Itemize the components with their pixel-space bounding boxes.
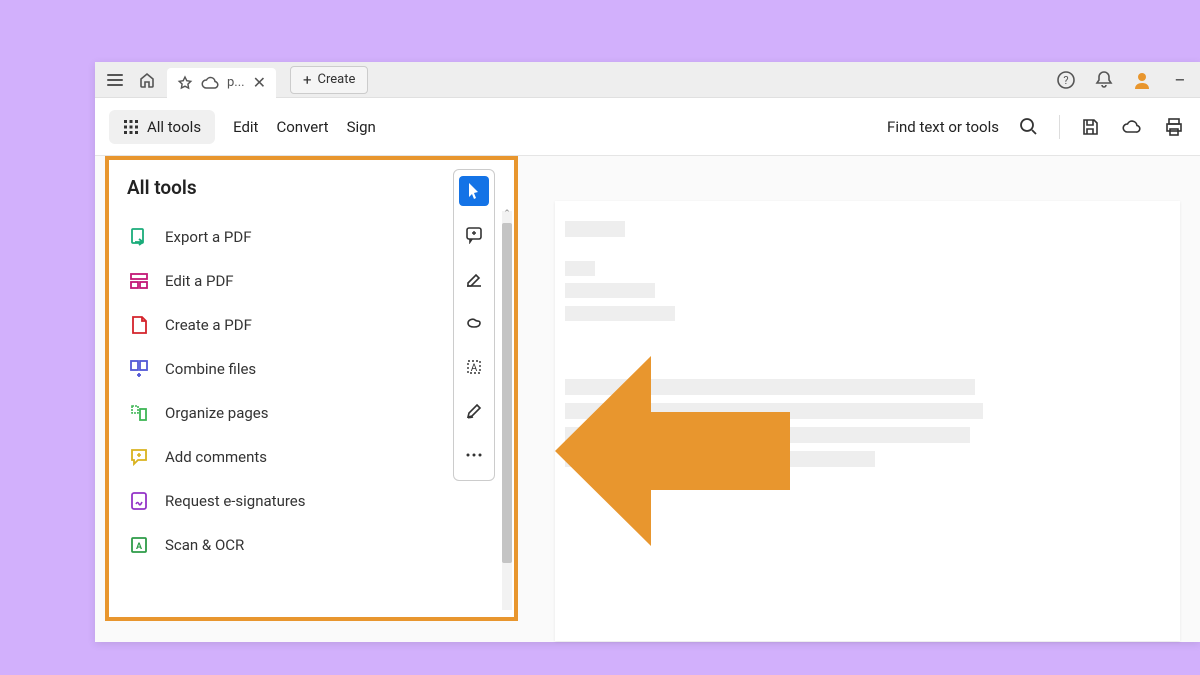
tool-label: Create a PDF xyxy=(165,316,252,334)
menu-icon[interactable] xyxy=(103,68,127,92)
sign-menu[interactable]: Sign xyxy=(347,118,376,136)
select-tool[interactable] xyxy=(459,176,489,206)
tool-label: Add comments xyxy=(165,448,267,466)
search-icon[interactable] xyxy=(1017,115,1041,139)
all-tools-label: All tools xyxy=(147,118,201,136)
panel-title: All tools xyxy=(127,176,197,199)
save-icon[interactable] xyxy=(1078,115,1102,139)
comment-tool[interactable] xyxy=(459,220,489,250)
combine-icon xyxy=(129,359,149,379)
close-tab-icon[interactable]: ✕ xyxy=(253,73,266,92)
export-icon xyxy=(129,227,149,247)
svg-text:?: ? xyxy=(1063,74,1068,87)
textbox-tool[interactable]: A xyxy=(459,352,489,382)
content-area: All tools ✕ ⌃ Export a PDF Edit a PDF Cr… xyxy=(95,156,1200,642)
tool-label: Export a PDF xyxy=(165,228,252,246)
sign-tool[interactable] xyxy=(459,396,489,426)
grid-icon xyxy=(123,119,139,135)
comment-icon xyxy=(129,447,149,467)
star-icon xyxy=(177,75,193,91)
cloud-sync-icon[interactable] xyxy=(1120,115,1144,139)
app-window: p... ✕ + Create ? − A xyxy=(95,62,1200,642)
home-icon[interactable] xyxy=(135,68,159,92)
tool-label: Edit a PDF xyxy=(165,272,234,290)
vertical-toolbar: A xyxy=(453,169,495,481)
bell-icon[interactable] xyxy=(1092,68,1116,92)
scan-icon: A xyxy=(129,535,149,555)
profile-icon[interactable] xyxy=(1130,68,1154,92)
all-tools-button[interactable]: All tools xyxy=(109,110,215,144)
minimize-icon[interactable]: − xyxy=(1168,68,1192,92)
create-button[interactable]: + Create xyxy=(290,66,368,94)
tool-label: Organize pages xyxy=(165,404,268,422)
help-icon[interactable]: ? xyxy=(1054,68,1078,92)
divider xyxy=(1059,115,1060,139)
tool-label: Scan & OCR xyxy=(165,536,244,554)
title-bar: p... ✕ + Create ? − xyxy=(95,62,1200,98)
edit-menu[interactable]: Edit xyxy=(233,118,258,136)
convert-menu[interactable]: Convert xyxy=(276,118,328,136)
arrow-annotation xyxy=(555,356,790,546)
scrollbar-thumb[interactable] xyxy=(502,223,512,563)
highlight-tool[interactable] xyxy=(459,264,489,294)
tool-request-signatures[interactable]: Request e-signatures xyxy=(109,479,514,523)
tool-label: Combine files xyxy=(165,360,256,378)
cloud-icon xyxy=(201,75,219,91)
print-icon[interactable] xyxy=(1162,115,1186,139)
edit-pdf-icon xyxy=(129,271,149,291)
plus-icon: + xyxy=(303,71,312,89)
create-pdf-icon xyxy=(129,315,149,335)
find-label: Find text or tools xyxy=(887,118,999,136)
document-tab[interactable]: p... ✕ xyxy=(167,68,276,98)
create-label: Create xyxy=(318,72,356,87)
tab-title: p... xyxy=(227,75,245,90)
svg-text:A: A xyxy=(136,542,143,552)
svg-text:A: A xyxy=(471,363,478,374)
toolbar: All tools Edit Convert Sign Find text or… xyxy=(95,98,1200,156)
tool-scan-ocr[interactable]: A Scan & OCR xyxy=(109,523,514,567)
more-tools-icon[interactable] xyxy=(459,440,489,470)
signature-icon xyxy=(129,491,149,511)
organize-icon xyxy=(129,403,149,423)
tool-label: Request e-signatures xyxy=(165,492,306,510)
scroll-up-icon[interactable]: ⌃ xyxy=(502,209,512,221)
draw-tool[interactable] xyxy=(459,308,489,338)
